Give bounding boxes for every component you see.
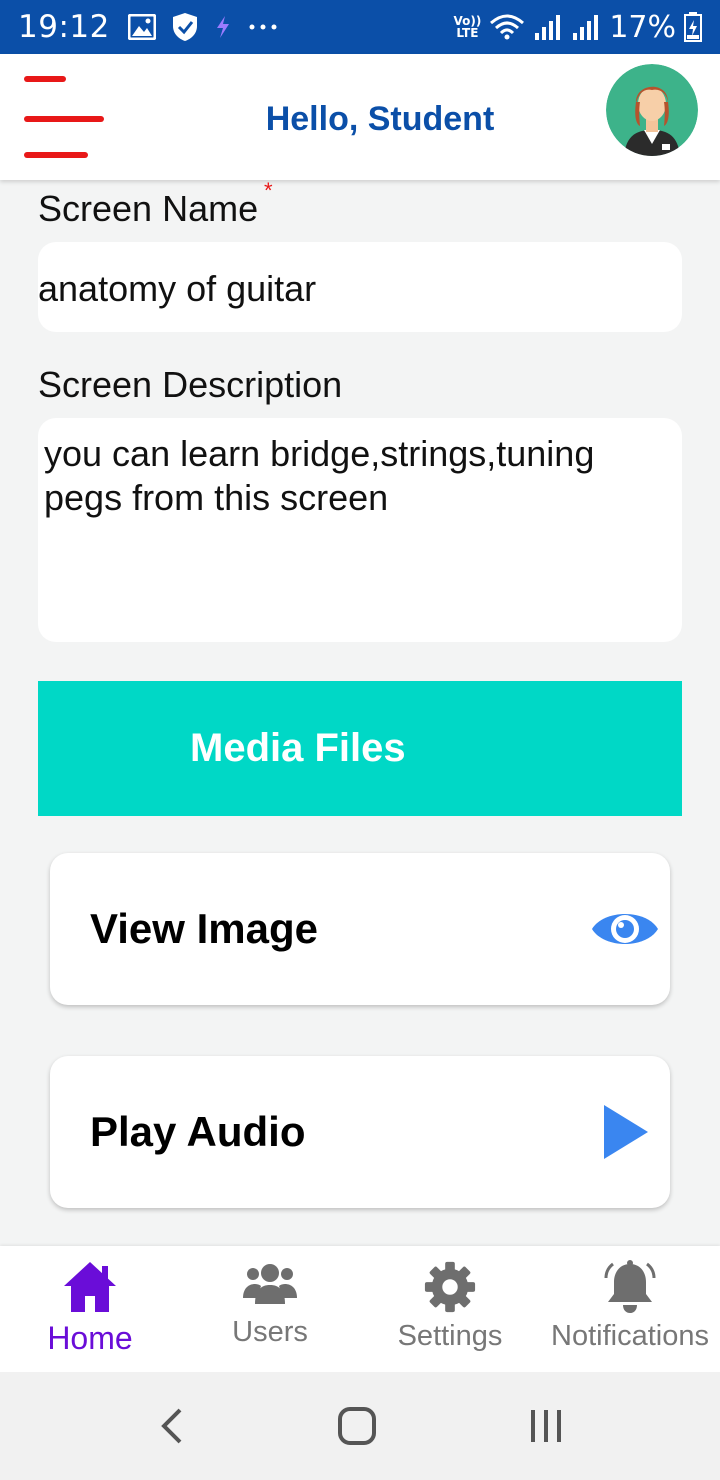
required-star: * [264, 178, 273, 203]
bottom-navigation: Home Users Settings Notifications [0, 1246, 720, 1372]
status-time: 19:12 [18, 9, 110, 45]
home-button-icon[interactable] [337, 1406, 377, 1446]
system-navigation-bar [0, 1372, 720, 1480]
back-icon[interactable] [156, 1406, 186, 1446]
avatar-icon[interactable] [606, 64, 698, 156]
bell-icon [604, 1260, 656, 1313]
status-bar: 19:12 Vo)) LTE 17% [0, 0, 720, 54]
battery-percent: 17% [609, 9, 676, 45]
screen-name-label: Screen Name [38, 188, 259, 229]
screen-name-input[interactable]: anatomy of guitar [38, 242, 682, 332]
battery-icon [684, 12, 702, 42]
home-icon [64, 1262, 116, 1312]
nav-item-notifications[interactable]: Notifications [540, 1246, 720, 1372]
more-icon [249, 24, 277, 30]
view-image-button[interactable]: View Image [50, 853, 670, 1005]
screen-description-textarea[interactable]: you can learn bridge,strings,tuning pegs… [38, 418, 682, 642]
nav-label-users: Users [232, 1316, 308, 1348]
recents-icon[interactable] [528, 1408, 564, 1444]
signal-icon-2 [573, 15, 599, 40]
nav-label-home: Home [47, 1320, 133, 1356]
gallery-icon [127, 14, 156, 40]
nav-item-home[interactable]: Home [0, 1246, 180, 1372]
volte-indicator: Vo)) LTE [453, 14, 482, 40]
users-icon [243, 1264, 297, 1304]
app-header: Hello, Student [0, 54, 720, 180]
shield-icon [172, 13, 197, 41]
play-icon [604, 1105, 648, 1159]
eye-icon [592, 914, 658, 944]
nav-item-users[interactable]: Users [180, 1246, 360, 1372]
nav-item-settings[interactable]: Settings [360, 1246, 540, 1372]
bolt-icon [216, 16, 229, 38]
media-files-banner: Media Files [38, 681, 682, 816]
signal-icon [535, 15, 561, 40]
wifi-icon [490, 14, 525, 40]
media-files-title: Media Files [190, 726, 406, 770]
nav-label-notifications: Notifications [551, 1320, 709, 1352]
play-audio-label: Play Audio [90, 1108, 306, 1155]
play-audio-button[interactable]: Play Audio [50, 1056, 670, 1208]
nav-label-settings: Settings [397, 1320, 503, 1352]
gear-icon [424, 1261, 476, 1313]
screen-description-label: Screen Description [38, 364, 343, 405]
view-image-label: View Image [90, 905, 319, 952]
